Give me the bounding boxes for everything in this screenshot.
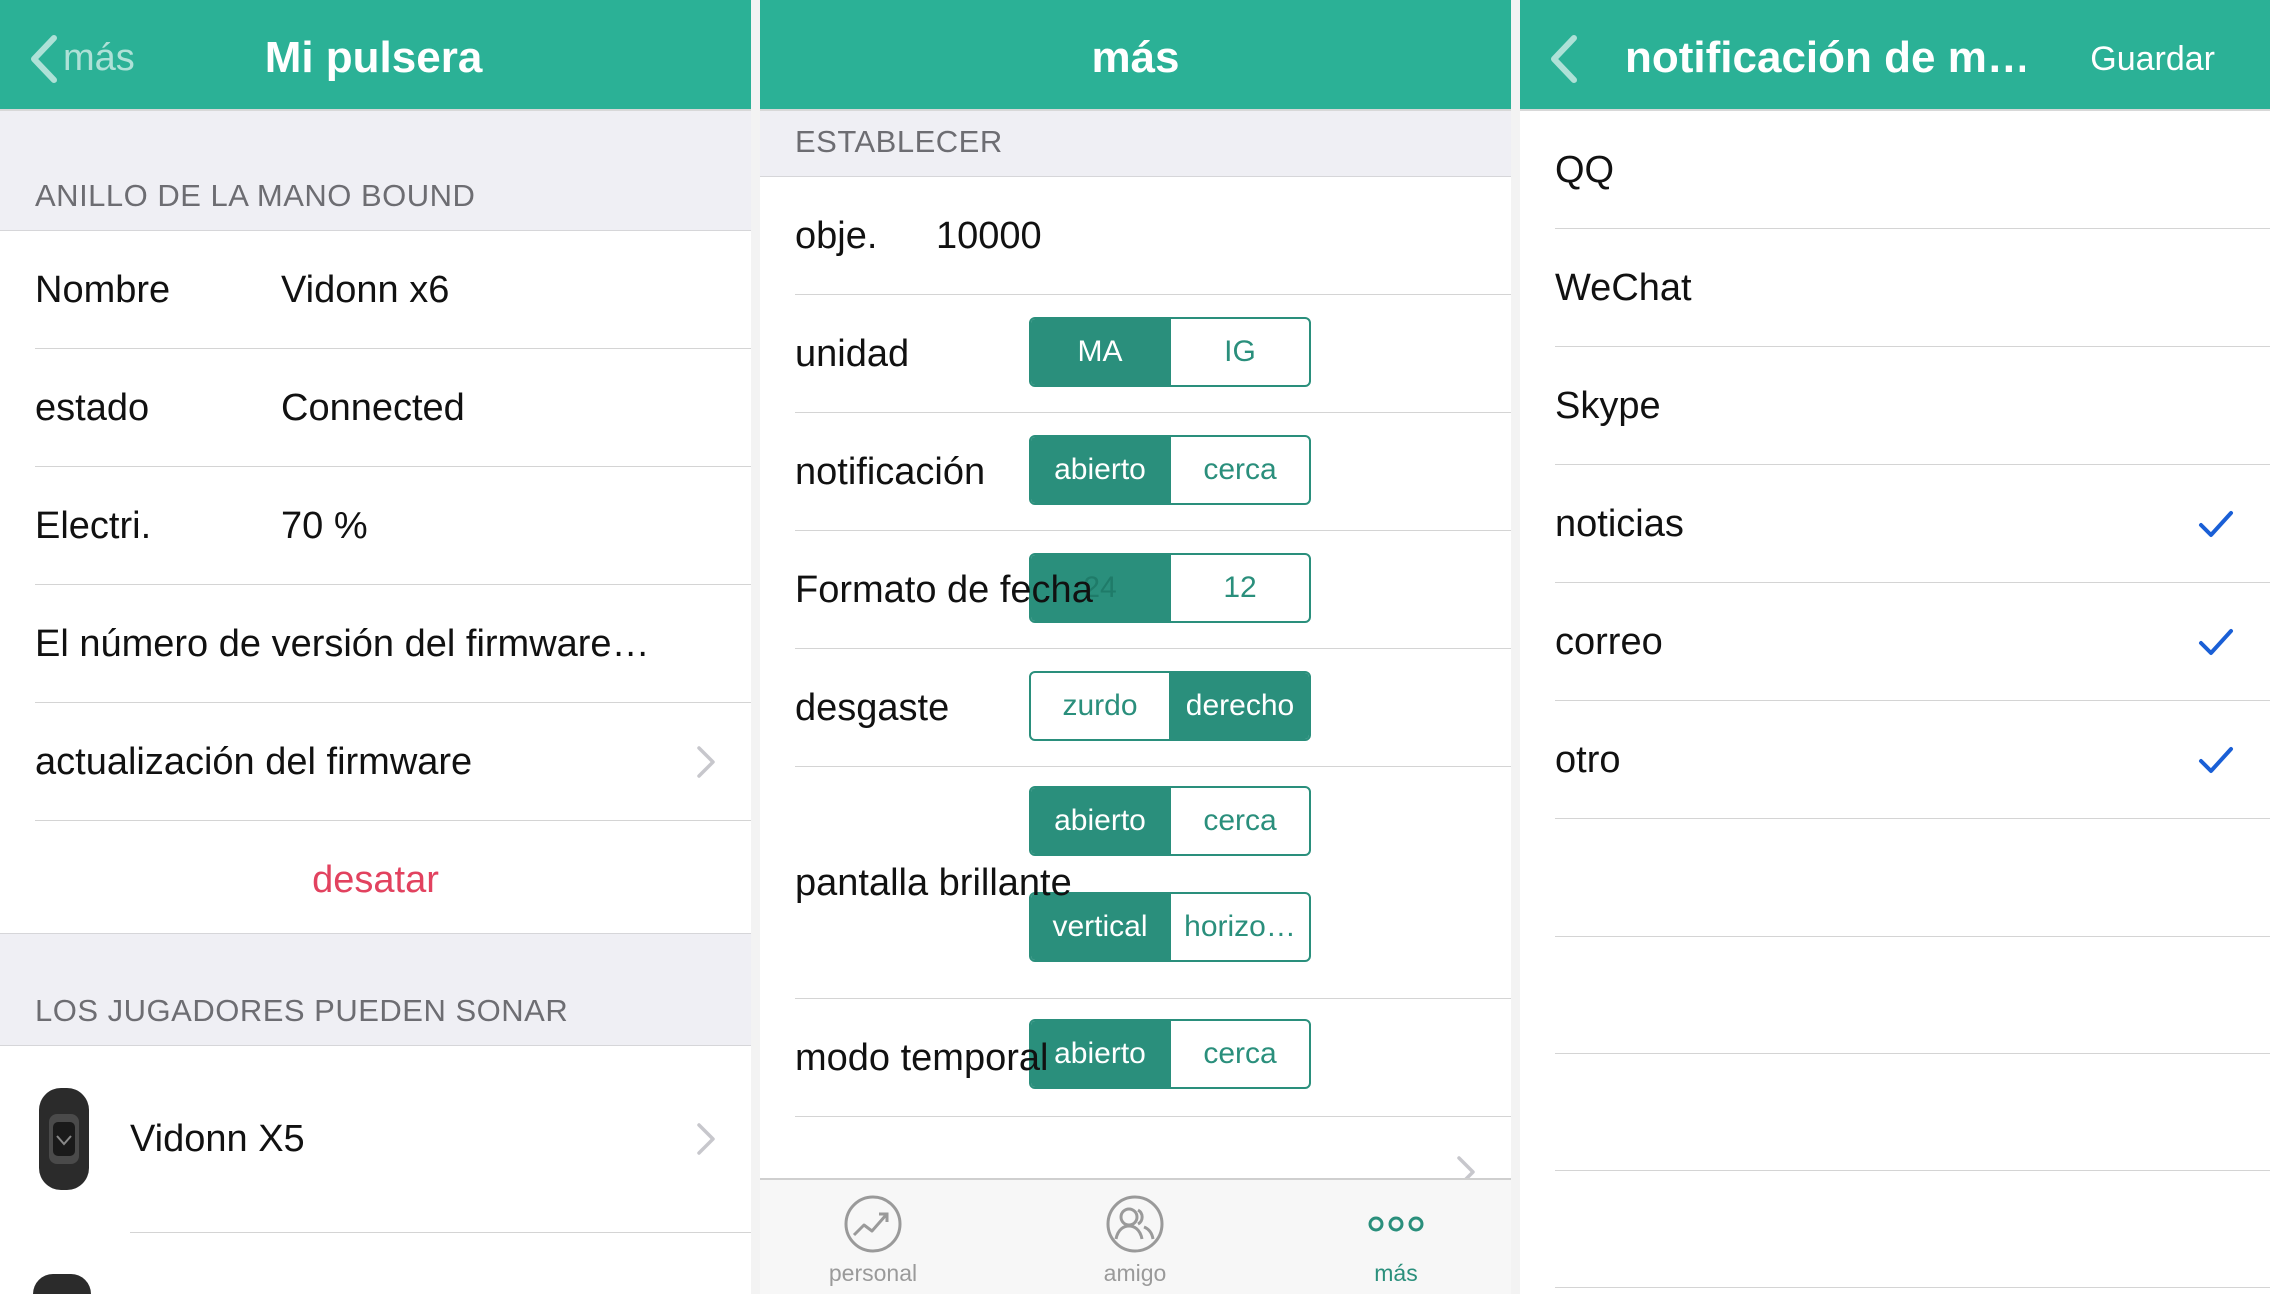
page-title: Mi pulsera [264,33,483,82]
checkmark-icon [2199,629,2233,655]
section-label: ANILLO DE LA MANO BOUND [35,178,476,213]
navbar: notificación de m… Guardar [1520,0,2270,111]
goal-value: 10000 [936,215,1042,257]
app-label: noticias [1555,503,1684,545]
app-label: Skype [1555,385,1661,427]
unbind-label: desatar [312,859,439,901]
unit-label: unidad [795,333,910,375]
segment-left[interactable]: zurdo [1031,673,1169,739]
unbind-button[interactable]: desatar [0,821,751,939]
segment-close[interactable]: cerca [1169,437,1309,503]
segment-close[interactable]: cerca [1169,788,1309,854]
checkmark-icon [2199,511,2233,537]
segment-horizontal[interactable]: horizo… [1169,894,1309,960]
chart-circle-icon [844,1195,902,1253]
app-row-news[interactable]: noticias [1520,465,2270,583]
row-value: Vidonn x6 [281,269,450,311]
divider [1555,1053,2270,1054]
row-temp-mode: abierto cerca modo temporal [760,999,1511,1117]
segment-open[interactable]: abierto [1031,1021,1169,1087]
tab-bar: personal amigo más [760,1178,1511,1294]
wear-label: desgaste [795,687,950,729]
row-label: estado [35,387,150,429]
divider [1555,1170,2270,1171]
tab-label: más [1374,1260,1418,1286]
wear-segmented: zurdo derecho [1029,671,1311,741]
section-header: LOS JUGADORES PUEDEN SONAR [0,933,751,1046]
page-title: más [1091,33,1180,82]
checkmark-icon [2199,747,2233,773]
app-label: correo [1555,621,1663,663]
segment-12[interactable]: 12 [1169,555,1309,621]
app-label: otro [1555,739,1621,781]
row-battery: Electri. 70 % [0,467,751,585]
tab-label: personal [828,1260,918,1286]
notification-segmented: abierto cerca [1029,435,1311,505]
section-header: ANILLO DE LA MANO BOUND [0,111,751,231]
tab-label: amigo [1103,1260,1167,1286]
app-row-mail[interactable]: correo [1520,583,2270,701]
divider [1555,1287,2270,1288]
screen-more: más ESTABLECER obje. 10000 unidad MA IG … [760,0,1511,1294]
row-firmware-version: El número de versión del firmware… [0,585,751,703]
app-row-qq[interactable]: QQ [1520,111,2270,229]
save-button[interactable]: Guardar [2090,0,2215,118]
more-dots-icon [1368,1216,1424,1232]
chevron-right-icon [697,1123,715,1155]
row-firmware-update[interactable]: actualización del firmware [0,703,751,821]
row-bright-screen: abierto cerca vertical horizo… pantalla … [760,767,1511,999]
friends-icon [1106,1195,1164,1253]
bright-screen-label: pantalla brillante [795,862,1072,904]
row-value: Connected [281,387,465,429]
notification-label: notificación [795,451,986,493]
device-row[interactable]: Vidonn X5 [0,1046,751,1233]
row-notification: notificación abierto cerca [760,413,1511,531]
divider [751,0,760,1294]
segment-close[interactable]: cerca [1169,1021,1309,1087]
row-date-format: 24 12 Formato de fecha [760,531,1511,649]
section-header: ESTABLECER [760,111,1511,177]
app-row-skype[interactable]: Skype [1520,347,2270,465]
row-label: Electri. [35,505,152,547]
navbar: más Mi pulsera [0,0,751,111]
section-label: LOS JUGADORES PUEDEN SONAR [35,993,569,1028]
row-label: actualización del firmware [35,741,473,783]
screen-notification-settings: notificación de m… Guardar QQ WeChat Sky… [1520,0,2270,1294]
navbar: más [760,0,1511,111]
screen-my-band: más Mi pulsera ANILLO DE LA MANO BOUND N… [0,0,751,1294]
section-label: ESTABLECER [795,124,1003,159]
row-name: Nombre Vidonn x6 [0,231,751,349]
device-name: Vidonn X5 [130,1118,305,1160]
row-value: 70 % [281,505,368,547]
wristband-icon [33,1274,91,1294]
row-wear: desgaste zurdo derecho [760,649,1511,767]
wristband-icon [39,1088,89,1190]
app-row-other[interactable]: otro [1520,701,2270,819]
divider [1511,0,1520,1294]
tab-more[interactable]: más [1271,1180,1511,1294]
row-goal[interactable]: obje. 10000 [760,177,1511,295]
row-label: Nombre [35,269,171,311]
segment-open[interactable]: abierto [1031,437,1169,503]
segment-ig[interactable]: IG [1169,319,1309,385]
page-title: notificación de m… [1625,33,2025,82]
row-unit: unidad MA IG [760,295,1511,413]
row-status: estado Connected [0,349,751,467]
tab-friends[interactable]: amigo [1010,1180,1260,1294]
chevron-right-icon [697,746,715,778]
segment-ma[interactable]: MA [1031,319,1169,385]
divider [1555,936,2270,937]
tab-personal[interactable]: personal [760,1180,998,1294]
row-label: El número de versión del firmware… [35,623,650,665]
app-row-wechat[interactable]: WeChat [1520,229,2270,347]
date-format-label: Formato de fecha [795,569,1093,611]
app-label: WeChat [1555,267,1692,309]
segment-right[interactable]: derecho [1169,673,1309,739]
chevron-left-icon [1551,35,1577,83]
temp-mode-segmented: abierto cerca [1029,1019,1311,1089]
unit-segmented: MA IG [1029,317,1311,387]
temp-mode-label: modo temporal [795,1037,1049,1079]
goal-label: obje. [795,215,878,257]
app-label: QQ [1555,149,1615,191]
